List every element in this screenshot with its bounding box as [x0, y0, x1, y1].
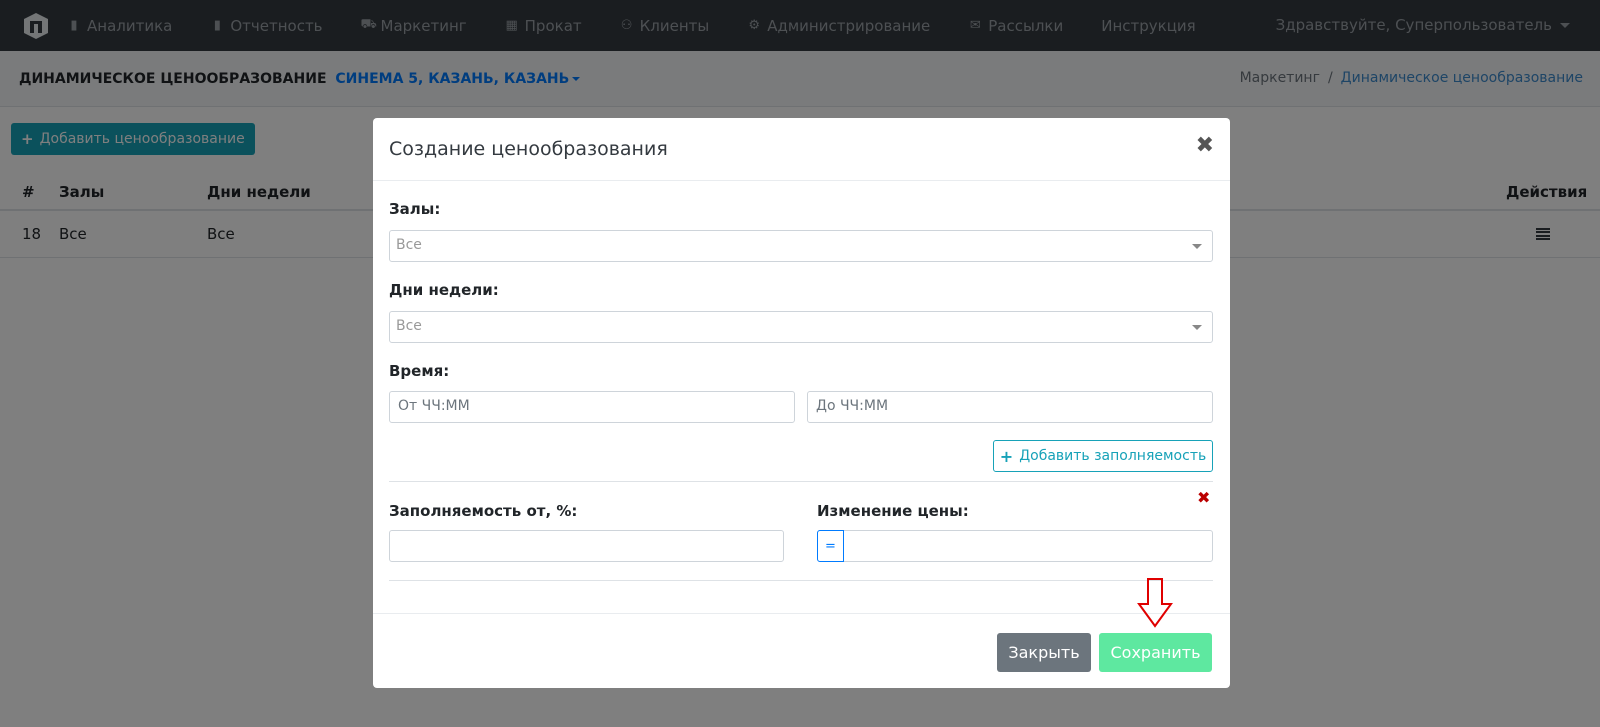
chevron-down-icon	[1192, 325, 1202, 330]
time-to-placeholder: До ЧЧ:ММ	[816, 398, 889, 414]
time-to-input[interactable]: До ЧЧ:ММ	[807, 391, 1213, 423]
remove-row-icon[interactable]: ✖	[1197, 488, 1210, 507]
close-button[interactable]: Закрыть	[997, 633, 1091, 672]
close-icon[interactable]: ✖	[1196, 135, 1214, 157]
chevron-down-icon	[1192, 244, 1202, 249]
time-from-input[interactable]: От ЧЧ:ММ	[389, 391, 795, 423]
modal-header: Создание ценообразования ✖	[373, 118, 1230, 181]
divider	[389, 481, 1213, 482]
modal-title: Создание ценообразования	[389, 138, 668, 160]
halls-label: Залы:	[389, 200, 441, 218]
annotation-arrow-icon	[1137, 578, 1173, 628]
divider	[389, 580, 1213, 581]
modal-footer: Закрыть Сохранить	[373, 613, 1230, 688]
price-operator-button[interactable]: =	[817, 530, 844, 562]
save-button[interactable]: Сохранить	[1099, 633, 1212, 672]
create-pricing-modal: Создание ценообразования ✖ Залы: Все Дни…	[373, 118, 1230, 688]
occupancy-label: Заполняемость от, %:	[389, 502, 578, 520]
plus-icon: +	[999, 446, 1014, 466]
add-occupancy-button-label: Добавить заполняемость	[1019, 448, 1207, 464]
days-select[interactable]: Все	[389, 311, 1213, 343]
days-select-value: Все	[396, 318, 422, 334]
occupancy-input[interactable]	[389, 530, 784, 562]
time-label: Время:	[389, 362, 450, 380]
halls-select[interactable]: Все	[389, 230, 1213, 262]
add-occupancy-button[interactable]: + Добавить заполняемость	[993, 440, 1213, 472]
time-from-placeholder: От ЧЧ:ММ	[398, 398, 470, 414]
price-change-label: Изменение цены:	[817, 502, 969, 520]
days-label: Дни недели:	[389, 281, 499, 299]
halls-select-value: Все	[396, 237, 422, 253]
price-change-input[interactable]	[817, 530, 1213, 562]
